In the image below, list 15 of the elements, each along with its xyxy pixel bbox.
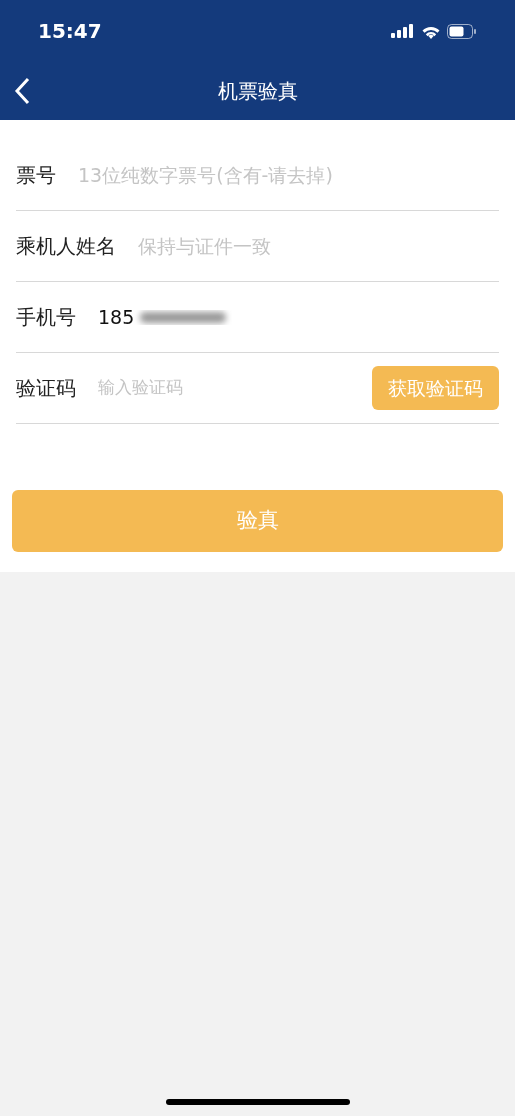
field-label: 票号 — [16, 162, 56, 189]
battery-icon — [447, 23, 477, 39]
field-label: 验证码 — [16, 375, 76, 402]
signal-icon — [391, 24, 415, 38]
input-field[interactable]: 保持与证件一致 — [138, 231, 499, 261]
input-field[interactable]: 185 — [98, 302, 138, 332]
field-label: 手机号 — [16, 304, 76, 331]
get-code-button[interactable]: 获取验证码 — [372, 366, 499, 410]
back-icon — [14, 77, 30, 105]
input-field[interactable]: 13位纯数字票号(含有-请去掉) — [78, 160, 499, 190]
input-field[interactable]: 输入验证码 — [98, 375, 372, 401]
page-title: 机票验真 — [217, 78, 298, 105]
field-label: 乘机人姓名 — [16, 233, 116, 260]
verify-button[interactable]: 验真 — [12, 490, 503, 552]
status-time: 15:47 — [38, 18, 102, 45]
